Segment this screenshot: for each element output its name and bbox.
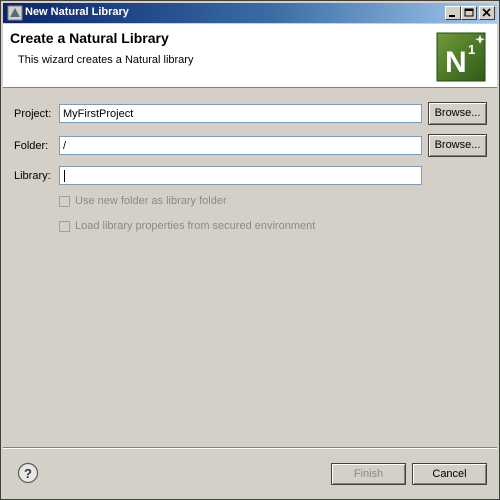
wizard-window: New Natural Library Create a Natural Lib… — [0, 0, 500, 500]
minimize-button[interactable] — [445, 6, 461, 20]
close-button[interactable] — [479, 6, 495, 20]
library-field[interactable] — [59, 166, 422, 185]
logo-superscript: 1 — [468, 42, 475, 57]
title-bar[interactable]: New Natural Library — [3, 3, 497, 23]
finish-button[interactable]: Finish — [331, 463, 406, 485]
folder-label: Folder: — [14, 140, 49, 152]
help-icon[interactable]: ? — [17, 462, 39, 484]
text-caret — [64, 170, 65, 182]
maximize-button[interactable] — [461, 6, 477, 20]
use-new-folder-label: Use new folder as library folder — [75, 195, 227, 207]
cancel-button[interactable]: Cancel — [412, 463, 487, 485]
project-field[interactable] — [59, 104, 422, 123]
use-new-folder-checkbox[interactable] — [59, 196, 70, 207]
natural-logo-icon: N 1 — [436, 32, 486, 82]
logo-text: N — [445, 46, 467, 79]
wizard-title: Create a Natural Library — [10, 30, 169, 46]
footer-separator — [3, 447, 497, 449]
folder-field[interactable] — [59, 136, 422, 155]
load-properties-label: Load library properties from secured env… — [75, 220, 316, 232]
library-label: Library: — [14, 170, 51, 182]
project-browse-button[interactable]: Browse... — [428, 102, 487, 125]
wizard-header: Create a Natural Library This wizard cre… — [3, 24, 497, 88]
window-title: New Natural Library — [25, 6, 129, 18]
folder-browse-button[interactable]: Browse... — [428, 134, 487, 157]
load-properties-checkbox[interactable] — [59, 221, 70, 232]
project-label: Project: — [14, 108, 52, 120]
svg-text:?: ? — [24, 466, 32, 481]
wizard-description: This wizard creates a Natural library — [18, 54, 194, 66]
window-app-icon — [7, 5, 23, 21]
